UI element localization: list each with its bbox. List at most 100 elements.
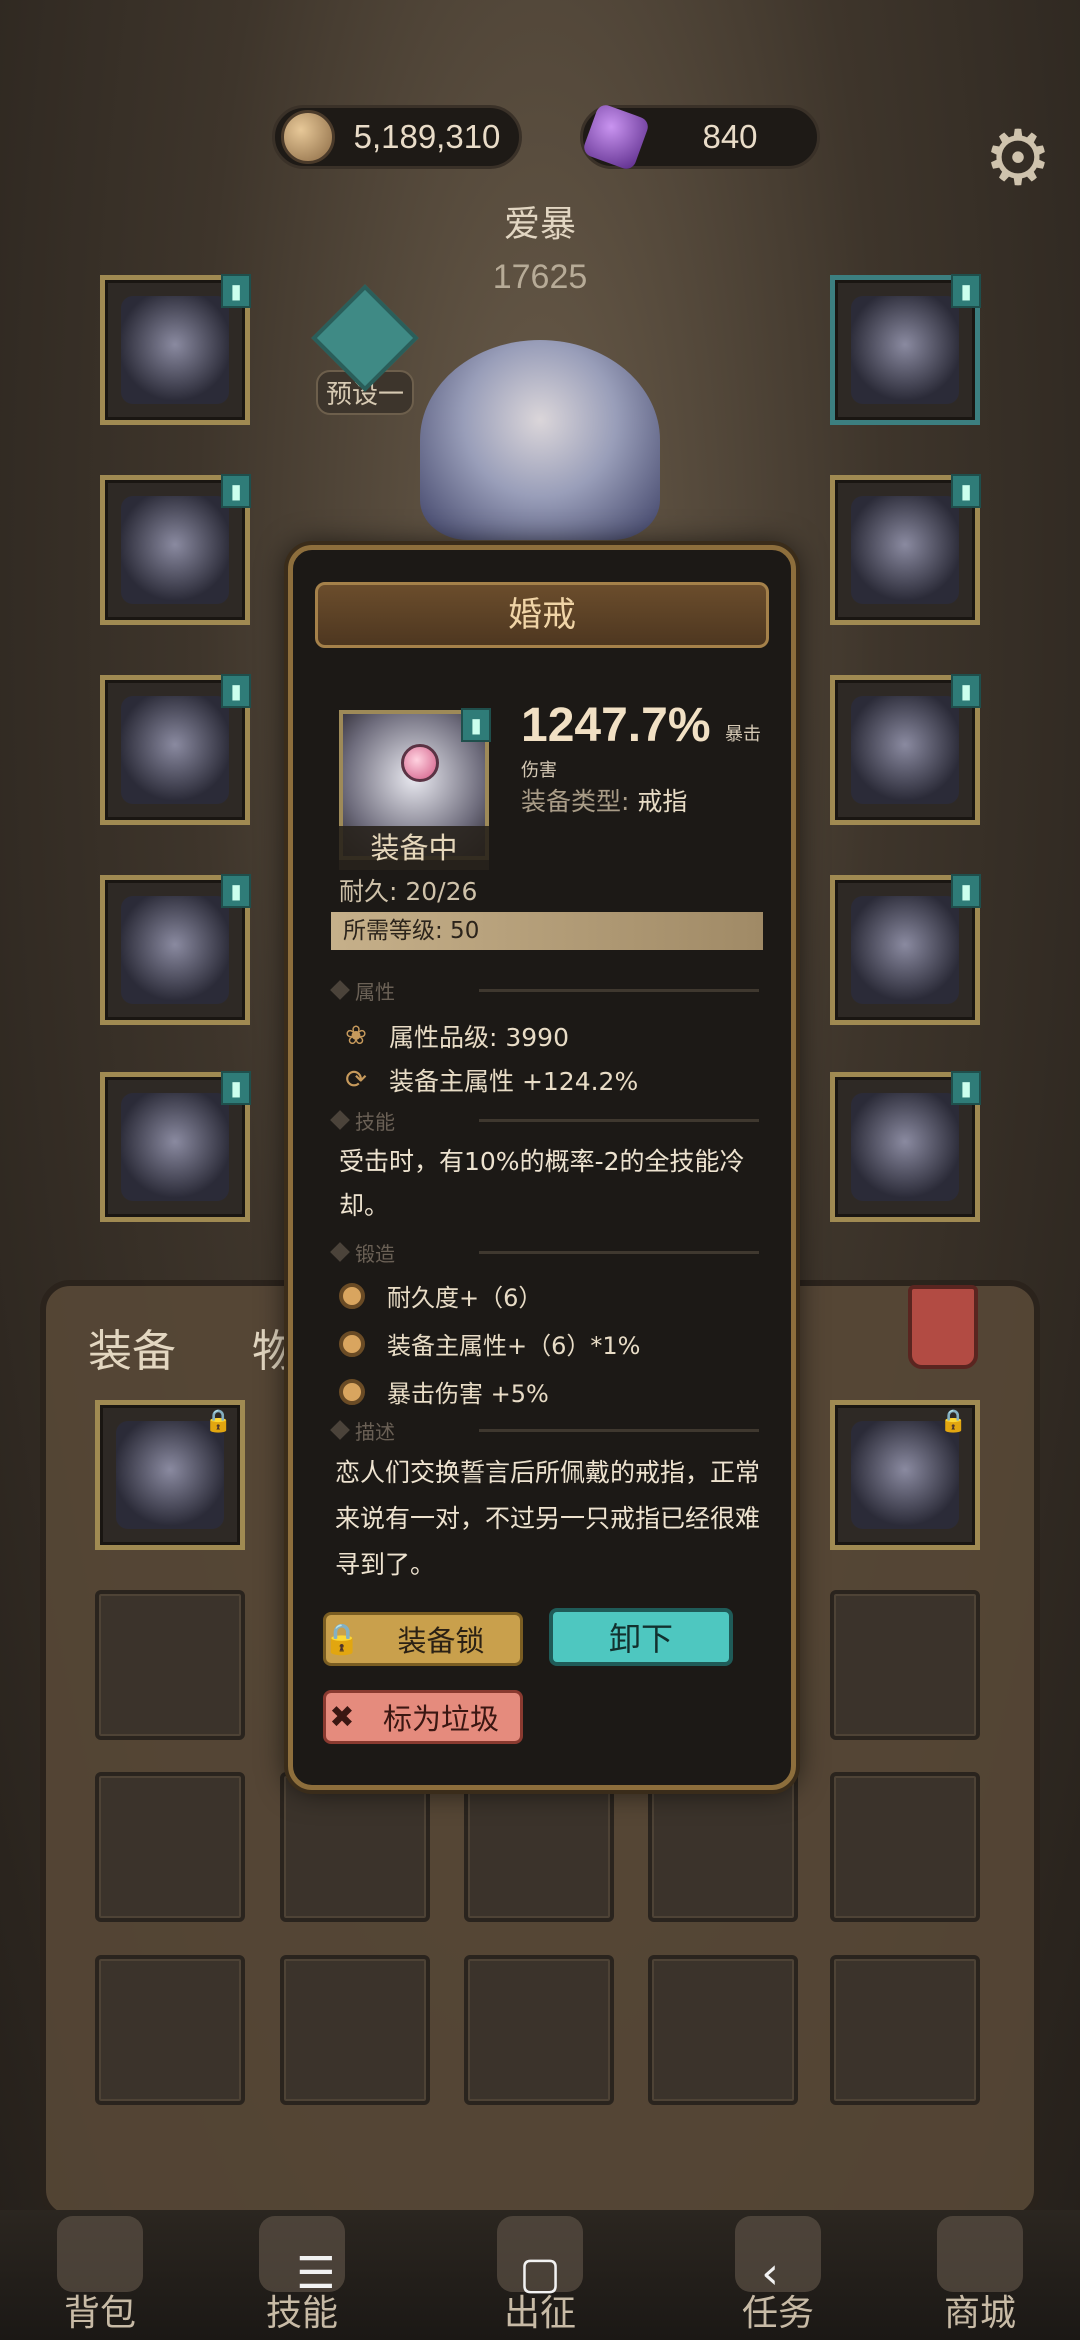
forge-effect: 暴击伤害 +5%: [339, 1374, 549, 1409]
trash-icon[interactable]: [908, 1285, 978, 1369]
back-icon[interactable]: ‹: [740, 2248, 800, 2299]
section-skills: 技能: [339, 1106, 759, 1134]
unequip-button[interactable]: 卸下: [549, 1608, 733, 1666]
equipment-lock-button[interactable]: 🔒 装备锁: [323, 1612, 523, 1666]
book-item-icon: [851, 1093, 959, 1201]
bag-slot-empty[interactable]: [280, 1772, 430, 1922]
main-attribute-row: ⟳ 装备主属性 +124.2%: [339, 1062, 638, 1098]
weapon-item-icon: [116, 1421, 224, 1529]
bag-slot-empty[interactable]: [95, 1955, 245, 2105]
description-text: 恋人们交换誓言后所佩戴的戒指，正常来说有一对，不过另一只戒指已经很难寻到了。: [335, 1458, 761, 1579]
main-stat-line2: 伤害: [521, 760, 557, 781]
level-badge-icon: ▮: [951, 674, 981, 708]
lock-icon: 🔒: [204, 1409, 232, 1434]
equip-slot-boots[interactable]: ▮: [100, 1071, 251, 1222]
level-badge-icon: ▮: [221, 474, 251, 508]
nav-backpack[interactable]: 背包: [0, 2210, 200, 2340]
bag-slot-empty[interactable]: [830, 1955, 980, 2105]
bullet-dot-icon: [339, 1282, 365, 1309]
skill-text: 受击时，有10%的概率-2的全技能冷却。: [339, 1147, 745, 1220]
home-icon[interactable]: ▢: [510, 2248, 570, 2299]
bag-slot-weapon-2[interactable]: 🔒: [830, 1400, 980, 1550]
preset-selector[interactable]: 预设一: [300, 284, 430, 420]
equip-type-value: 戒指: [637, 787, 688, 816]
hero-name: 爱暴: [503, 204, 576, 245]
bag-slot-empty[interactable]: [280, 1955, 430, 2105]
junk-label: 标为垃圾: [382, 1702, 499, 1736]
equip-slot-weapon[interactable]: ▮: [830, 874, 981, 1025]
attribute-grade: 属性品级: 3990: [389, 1023, 569, 1052]
bag-slot-empty[interactable]: [464, 1955, 614, 2105]
main-attribute-bonus: 装备主属性 +124.2%: [389, 1067, 639, 1096]
item-title: 婚戒: [315, 582, 769, 648]
gold-counter: 5,189,310: [272, 105, 522, 169]
section-description: 描述: [339, 1416, 759, 1444]
equip-slot-helmet[interactable]: ▮: [100, 274, 251, 425]
level-badge-icon: ▮: [221, 274, 251, 308]
level-badge-icon: ▮: [221, 874, 251, 908]
gem-value: 840: [702, 118, 758, 155]
necklace-item-icon: [851, 296, 959, 404]
level-badge-icon: ▮: [221, 1071, 251, 1105]
bag-slot-empty[interactable]: [648, 1955, 798, 2105]
refresh-icon: ⟳: [345, 1065, 367, 1095]
equip-slot-pants[interactable]: ▮: [100, 874, 251, 1025]
tab-equipment[interactable]: 装备: [88, 1315, 176, 1379]
bag-slot-empty[interactable]: [95, 1590, 245, 1740]
main-stat-suffix: 暴击: [725, 724, 761, 745]
nav-label: 背包: [63, 2293, 136, 2334]
level-badge-icon: ▮: [951, 274, 981, 308]
bag-slot-empty[interactable]: [830, 1772, 980, 1922]
lotus-icon: ❀: [345, 1021, 367, 1051]
hero-portrait: [420, 340, 660, 540]
equip-slot-necklace[interactable]: ▮: [830, 274, 981, 425]
item-detail-popup: 婚戒 ▮ 装备中 1247.7% 暴击 伤害 装备类型: 戒指 耐久: 20/2…: [288, 545, 796, 1790]
durability: 耐久: 20/26: [339, 877, 478, 906]
bullet-dot-icon: [339, 1330, 365, 1357]
bag-slot-weapon-1[interactable]: 🔒: [95, 1400, 245, 1550]
gem-icon: [581, 102, 651, 172]
equip-slot-ring[interactable]: ▮: [830, 674, 981, 825]
gem-decor-icon: [401, 744, 439, 782]
equip-type: 装备类型: 戒指: [521, 782, 687, 818]
equipped-label: 装备中: [339, 826, 489, 870]
equip-slot-armor[interactable]: ▮: [100, 474, 251, 625]
equip-slot-gloves[interactable]: ▮: [100, 674, 251, 825]
bag-slot-empty[interactable]: [830, 1590, 980, 1740]
boots-item-icon: [121, 1093, 229, 1201]
settings-gear-icon[interactable]: ⚙: [978, 118, 1058, 198]
level-badge-icon: ▮: [951, 1071, 981, 1105]
nav-label: 商城: [943, 2293, 1016, 2334]
bullet-dot-icon: [339, 1378, 365, 1405]
equip-slot-offhand[interactable]: ▮: [830, 474, 981, 625]
bag-slot-empty[interactable]: [648, 1772, 798, 1922]
unequip-label: 卸下: [608, 1620, 673, 1658]
gloves-item-icon: [121, 696, 229, 804]
lock-label: 装备锁: [397, 1624, 485, 1658]
mark-junk-button[interactable]: ✖ 标为垃圾: [323, 1690, 523, 1744]
bag-slot-empty[interactable]: [464, 1772, 614, 1922]
level-badge-icon: ▮: [951, 474, 981, 508]
section-forging: 锻造: [339, 1238, 759, 1266]
lock-icon: 🔒: [323, 1621, 361, 1657]
bag-slot-empty[interactable]: [95, 1772, 245, 1922]
equip-slot-book[interactable]: ▮: [830, 1071, 981, 1222]
section-attributes: 属性: [339, 976, 759, 1004]
level-badge-icon: ▮: [951, 874, 981, 908]
nav-shop[interactable]: 商城: [880, 2210, 1080, 2340]
gem-counter: 840: [580, 102, 820, 172]
pants-item-icon: [121, 896, 229, 1004]
level-badge-icon: ▮: [221, 674, 251, 708]
staff-item-icon: [851, 896, 959, 1004]
level-badge-icon: ▮: [461, 708, 491, 742]
shop-icon: [937, 2216, 1023, 2292]
junk-icon: ✖: [329, 1699, 355, 1735]
armor-item-icon: [121, 496, 229, 604]
menu-icon[interactable]: ☰: [286, 2248, 346, 2299]
lock-icon: 🔒: [939, 1409, 967, 1434]
weapon-item-icon: [851, 1421, 959, 1529]
offhand-item-icon: [851, 496, 959, 604]
forge-effect: 装备主属性+（6）*1%: [339, 1326, 640, 1361]
coin-icon: [281, 110, 335, 164]
ring-item-icon: [851, 696, 959, 804]
